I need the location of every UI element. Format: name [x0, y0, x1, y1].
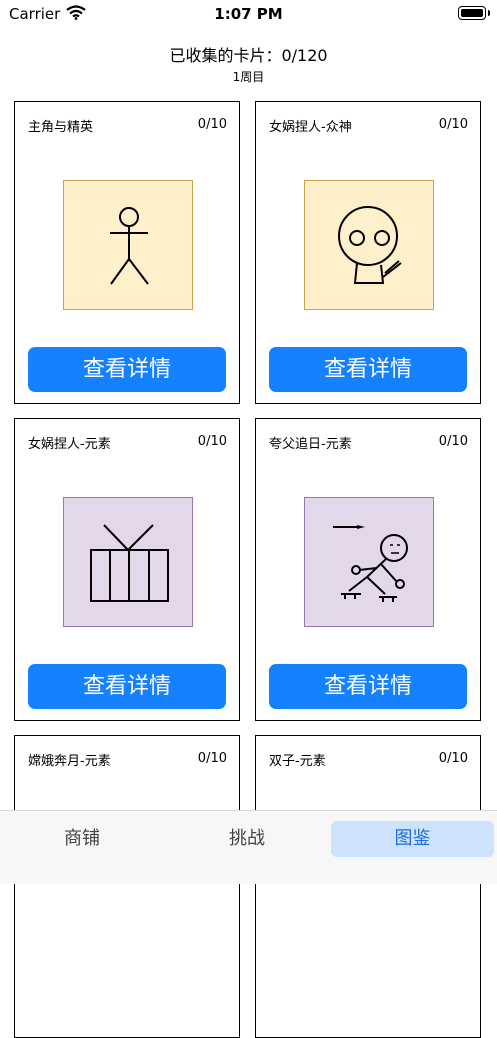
card-count: 0/10: [438, 117, 468, 132]
runner-icon: [333, 525, 408, 602]
card-item: 女娲捏人-众神 0/10 查看详情: [255, 101, 481, 404]
view-details-button[interactable]: 查看详情: [28, 347, 226, 392]
clock: 1:07 PM: [214, 5, 283, 23]
card-item: 嫦娥奔月-元素 0/10: [14, 735, 240, 1038]
card-art: [304, 180, 434, 310]
view-details-button[interactable]: 查看详情: [28, 664, 226, 709]
tv-cage-icon: [90, 524, 169, 602]
card-item: 夸父追日-元素 0/10 查看详情: [255, 418, 481, 721]
tab-collection[interactable]: 图鉴: [331, 821, 494, 857]
card-count: 0/10: [197, 434, 227, 449]
round-face-icon: [338, 206, 402, 284]
card-item: 双子-元素 0/10: [255, 735, 481, 1038]
tab-shop[interactable]: 商铺: [7, 821, 157, 857]
tab-bar: 商铺 挑战 图鉴: [0, 810, 497, 884]
status-bar: Carrier 1:07 PM: [0, 0, 497, 30]
card-art: [304, 497, 434, 627]
card-name: 女娲捏人-元素: [28, 437, 111, 452]
battery-icon: [458, 6, 490, 20]
card-name: 嫦娥奔月-元素: [28, 754, 111, 769]
card-art: [63, 180, 193, 310]
card-name: 夸父追日-元素: [269, 437, 352, 452]
view-details-button[interactable]: 查看详情: [269, 347, 467, 392]
view-details-button[interactable]: 查看详情: [269, 664, 467, 709]
card-name: 双子-元素: [269, 754, 326, 769]
card-count: 0/10: [438, 434, 468, 449]
card-item: 女娲捏人-元素 0/10 查看详情: [14, 418, 240, 721]
card-art: [63, 497, 193, 627]
tab-challenge[interactable]: 挑战: [172, 821, 322, 857]
collected-cards-title: 已收集的卡片：0/120: [169, 46, 328, 65]
card-item: 主角与精英 0/10 查看详情: [14, 101, 240, 404]
round-label: 1周目: [232, 70, 265, 84]
card-count: 0/10: [197, 117, 227, 132]
card-count: 0/10: [438, 751, 468, 766]
card-count: 0/10: [197, 751, 227, 766]
card-name: 女娲捏人-众神: [269, 120, 352, 135]
stick-figure-icon: [110, 207, 149, 285]
card-name: 主角与精英: [28, 120, 94, 135]
